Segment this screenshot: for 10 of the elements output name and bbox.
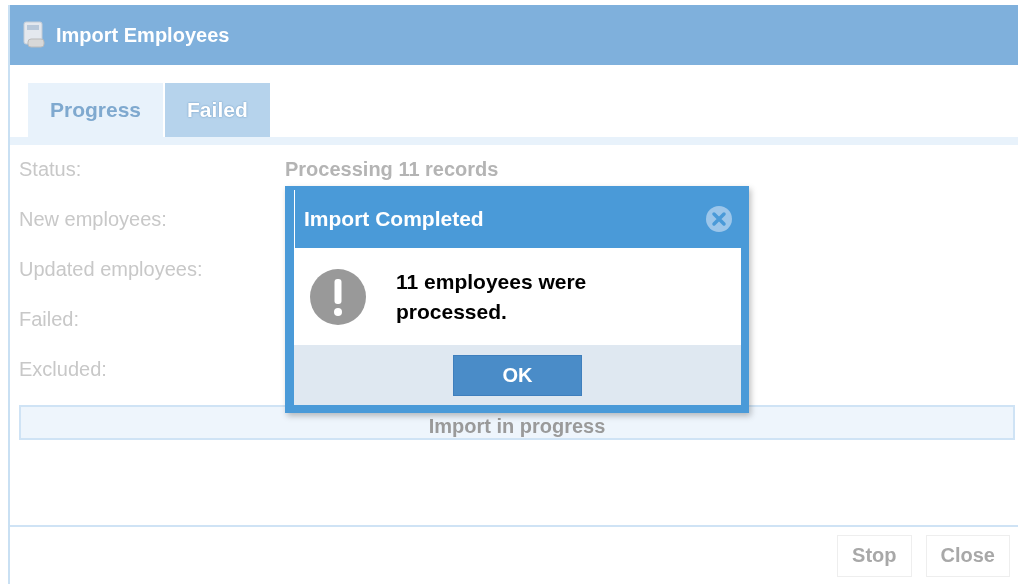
ok-button[interactable]: OK <box>453 354 582 396</box>
tab[interactable]: Progress <box>28 83 164 137</box>
close-icon[interactable] <box>705 205 733 233</box>
tab[interactable]: Failed <box>165 83 270 137</box>
progress-text: Import in progress <box>428 415 606 438</box>
dialog-message: 11 employees were processed. <box>396 268 588 325</box>
exclamation-icon <box>310 268 366 325</box>
window-title: Import Employees <box>56 23 230 47</box>
dialog-title: Import Completed <box>304 207 484 231</box>
field-value: Processing 11 records <box>285 158 499 181</box>
